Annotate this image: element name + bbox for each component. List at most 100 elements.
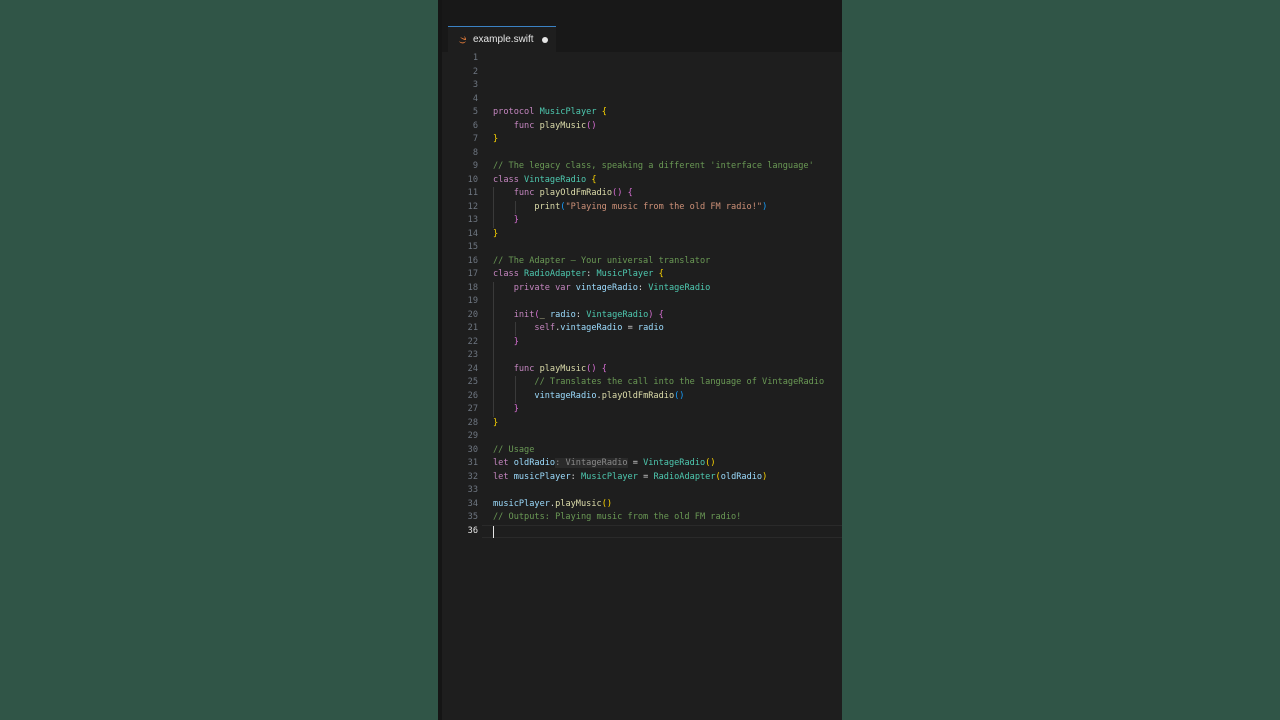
text-cursor bbox=[493, 525, 494, 538]
code-line[interactable]: 10 class VintageRadio { bbox=[442, 174, 842, 188]
code-line[interactable]: 2 bbox=[442, 66, 842, 80]
line-number: 2 bbox=[472, 66, 478, 77]
code-area[interactable]: 1 2 3 4 5 protocol MusicPlayer {6 func playMu… bbox=[442, 52, 842, 538]
code-token: playMusic bbox=[539, 363, 587, 374]
code-line[interactable]: 33 bbox=[442, 484, 842, 498]
code-token: oldRadio bbox=[513, 458, 556, 468]
line-number: 31 bbox=[467, 458, 478, 468]
line-text: // Usage bbox=[493, 444, 534, 458]
code-line[interactable]: 3 bbox=[442, 79, 842, 93]
line-number: 1 bbox=[472, 53, 478, 63]
line-number: 5 bbox=[472, 107, 478, 117]
code-line[interactable]: 34 musicPlayer.playMusic() bbox=[442, 498, 842, 512]
line-text: let musicPlayer: MusicPlayer = RadioAdap… bbox=[493, 471, 767, 485]
line-number: 32 bbox=[467, 471, 478, 482]
code-line[interactable]: 35 // Outputs: Playing music from the old… bbox=[442, 511, 842, 525]
line-number: 30 bbox=[467, 444, 478, 455]
code-line[interactable]: 26 vintageRadio.playOldFmRadio() bbox=[442, 390, 842, 404]
code-token: RadioAdapter bbox=[524, 269, 587, 279]
code-line[interactable]: 25 // Translates the call into the langu… bbox=[442, 376, 842, 390]
code-line[interactable]: 17 class RadioAdapter: MusicPlayer { bbox=[442, 268, 842, 282]
code-token: : bbox=[586, 269, 597, 279]
code-token: } bbox=[493, 134, 499, 144]
code-line[interactable]: 27 } bbox=[442, 403, 842, 417]
indent-guide bbox=[493, 281, 494, 417]
tab-example-swift[interactable]: example.swift bbox=[448, 26, 556, 52]
code-token: playOldFmRadio bbox=[539, 188, 613, 198]
code-line[interactable]: 19 bbox=[442, 295, 842, 309]
indent-guide bbox=[514, 376, 516, 403]
code-line[interactable]: 14} bbox=[442, 228, 842, 242]
code-line[interactable]: 30 // Usage bbox=[442, 444, 842, 458]
code-token: vintageRadio bbox=[575, 282, 638, 293]
line-number: 4 bbox=[472, 93, 478, 104]
line-text: func playOldFmRadio() { bbox=[493, 187, 633, 201]
code-token: func bbox=[513, 363, 540, 374]
code-token: playMusic bbox=[555, 498, 602, 509]
code-line[interactable]: 20 init(_ radio: VintageRadio) { bbox=[442, 309, 842, 323]
line-number: 21 bbox=[467, 323, 478, 333]
line-number: 28 bbox=[467, 417, 478, 428]
code-token: playOldFmRadio bbox=[601, 390, 675, 401]
code-line[interactable]: 22 } bbox=[442, 336, 842, 350]
code-line[interactable]: 8 bbox=[442, 147, 842, 161]
code-line[interactable]: 16 // The Adapter — Your universal transl… bbox=[442, 255, 842, 269]
line-text: let oldRadio: VintageRadio = VintageRadi… bbox=[493, 457, 716, 471]
unsaved-dot-icon[interactable] bbox=[542, 37, 548, 43]
line-number: 11 bbox=[467, 188, 478, 198]
code-token: VintageRadio bbox=[524, 174, 587, 185]
code-line[interactable]: 28} bbox=[442, 417, 842, 431]
line-text: func playMusic() { bbox=[493, 363, 607, 377]
line-text: // The Adapter — Your universal translat… bbox=[493, 255, 710, 269]
code-line[interactable]: 12 print("Playing music from the old FM … bbox=[442, 201, 842, 215]
line-text: class RadioAdapter: MusicPlayer { bbox=[493, 268, 664, 282]
code-token: : bbox=[570, 471, 581, 482]
code-token: () bbox=[586, 120, 597, 131]
code-editor[interactable]: example.swift 1 2 3 4 5 protocol MusicPlayer … bbox=[438, 0, 842, 720]
line-text: // The legacy class, speaking a differen… bbox=[493, 160, 814, 174]
code-token: ) bbox=[762, 471, 768, 482]
code-line[interactable]: 21 self.vintageRadio = radio bbox=[442, 322, 842, 336]
code-token: { bbox=[627, 188, 633, 198]
code-line[interactable]: 1 bbox=[442, 52, 842, 66]
code-token: print bbox=[534, 201, 561, 212]
line-number: 16 bbox=[467, 255, 478, 266]
line-number: 19 bbox=[467, 296, 478, 306]
indent-guide bbox=[514, 322, 516, 336]
line-number: 36 bbox=[467, 525, 478, 536]
code-token: () bbox=[705, 458, 716, 468]
code-line[interactable]: 32 let musicPlayer: MusicPlayer = RadioAd… bbox=[442, 471, 842, 485]
code-line[interactable]: 29 bbox=[442, 430, 842, 444]
background-left bbox=[0, 0, 438, 720]
code-token: // Outputs: Playing music from the old F… bbox=[493, 512, 742, 522]
line-number: 25 bbox=[467, 377, 478, 387]
code-line[interactable]: 6 func playMusic() bbox=[442, 120, 842, 134]
line-text: // Outputs: Playing music from the old F… bbox=[493, 511, 741, 525]
code-token: { bbox=[591, 174, 597, 185]
code-line[interactable]: 5 protocol MusicPlayer { bbox=[442, 106, 842, 120]
code-token: { bbox=[601, 107, 607, 117]
code-line[interactable]: 7} bbox=[442, 133, 842, 147]
code-line[interactable]: 4 bbox=[442, 93, 842, 107]
code-line[interactable]: 23 bbox=[442, 349, 842, 363]
code-line[interactable]: 13 } bbox=[442, 214, 842, 228]
code-token: } bbox=[513, 404, 519, 414]
code-token: = bbox=[627, 458, 644, 468]
code-line[interactable]: 9 // The legacy class, speaking a differe… bbox=[442, 160, 842, 174]
code-line[interactable]: 36 bbox=[442, 524, 842, 538]
code-token: class bbox=[493, 174, 525, 185]
code-line[interactable]: 31 let oldRadio: VintageRadio = VintageRa… bbox=[442, 457, 842, 471]
line-number: 24 bbox=[467, 363, 478, 374]
code-token: func bbox=[513, 120, 540, 131]
code-line[interactable]: 11 func playOldFmRadio() { bbox=[442, 187, 842, 201]
code-line[interactable]: 15 bbox=[442, 241, 842, 255]
line-text: func playMusic() bbox=[493, 120, 597, 134]
line-number: 10 bbox=[467, 174, 478, 185]
code-token: VintageRadio bbox=[643, 458, 706, 468]
code-token: : bbox=[637, 282, 649, 293]
code-line[interactable]: 18 private var vintageRadio: VintageRadi… bbox=[442, 282, 842, 296]
code-line[interactable]: 24 func playMusic() { bbox=[442, 363, 842, 377]
